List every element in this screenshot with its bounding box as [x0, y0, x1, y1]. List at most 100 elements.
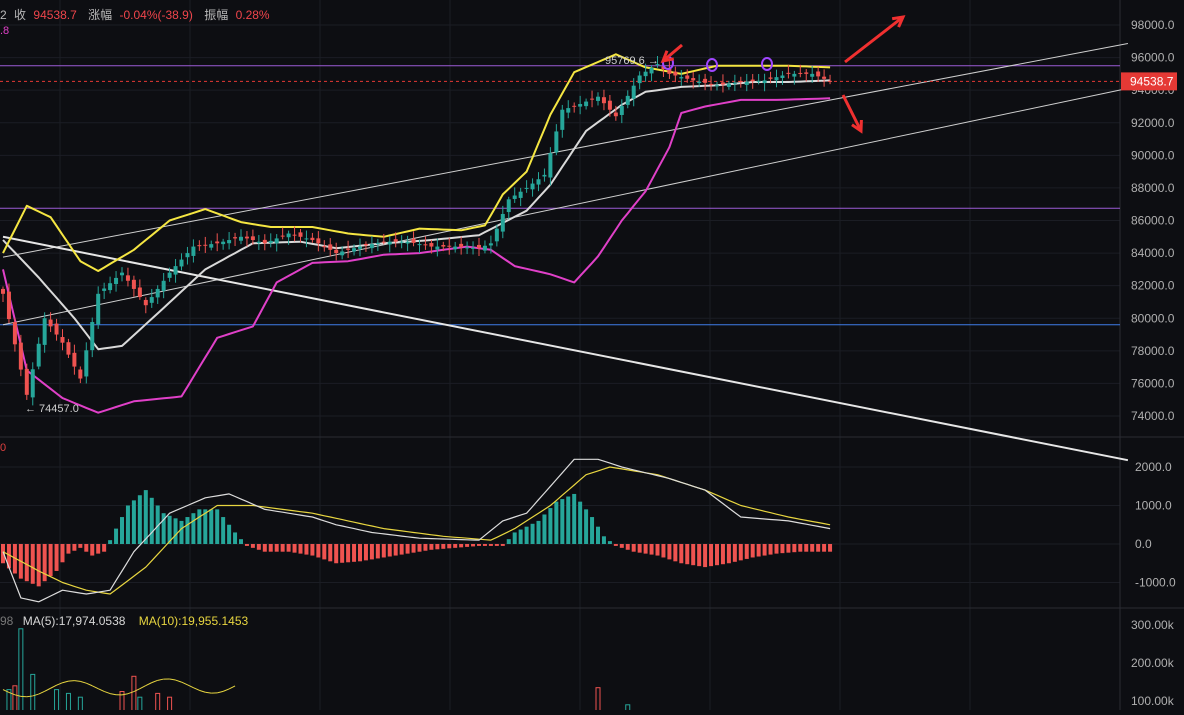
- candle-body: [673, 72, 677, 76]
- macd-histogram-bar: [102, 544, 106, 552]
- volume-bar: [31, 674, 35, 710]
- macd-histogram-bar: [602, 536, 606, 544]
- volume-ma10-line: [45, 688, 51, 691]
- candle-body: [757, 81, 761, 82]
- macd-histogram-bar: [667, 544, 671, 559]
- candle-body: [364, 244, 368, 245]
- candle-body: [531, 184, 535, 190]
- macd-histogram-bar: [352, 544, 356, 562]
- last-price-tag-label: 94538.7: [1130, 74, 1174, 88]
- candle-body: [733, 83, 737, 84]
- candle-body: [620, 106, 624, 115]
- macd-histogram-bar: [447, 544, 451, 548]
- candle-body: [120, 273, 124, 276]
- candle-body: [412, 239, 416, 243]
- volume-ma10-line: [152, 680, 158, 682]
- macd-histogram-bar: [221, 517, 225, 544]
- macd-tick-label: 2000.0: [1135, 460, 1172, 474]
- macd-histogram-bar: [780, 544, 784, 553]
- candle-body: [727, 84, 731, 87]
- volume-ma10-line: [140, 686, 146, 689]
- candle-body: [102, 289, 106, 291]
- macd-histogram-bar: [519, 530, 523, 544]
- candle-body: [459, 244, 463, 247]
- macd-histogram-bar: [804, 544, 808, 552]
- volume-ma10-line: [146, 683, 152, 686]
- macd-histogram-bar: [816, 544, 820, 552]
- macd-histogram-bar: [1, 544, 5, 563]
- candle-body: [43, 318, 47, 345]
- macd-histogram-bar: [328, 544, 332, 561]
- macd-histogram-bar: [638, 544, 642, 553]
- candle-body: [780, 76, 784, 78]
- macd-histogram-bar: [269, 544, 273, 552]
- trend-line: [3, 44, 1128, 258]
- candle-body: [679, 77, 683, 78]
- candle-body: [209, 244, 213, 248]
- candle-body: [334, 250, 338, 253]
- candle-body: [519, 192, 523, 198]
- candle-body: [340, 251, 344, 255]
- candle-body: [769, 78, 773, 79]
- volume-bar: [168, 697, 172, 710]
- candle-body: [13, 322, 17, 344]
- macd-histogram-bar: [620, 544, 624, 548]
- volume-prefix: 98: [0, 614, 13, 628]
- bollinger-upper-band: [3, 54, 830, 271]
- candle-body: [525, 188, 529, 189]
- macd-histogram-bar: [185, 517, 189, 544]
- volume-ma10-line: [74, 681, 80, 682]
- macd-histogram-bar: [37, 544, 41, 586]
- macd-histogram-bar: [174, 518, 178, 544]
- candle-body: [156, 289, 160, 297]
- macd-histogram-bar: [382, 544, 386, 557]
- candle-body: [263, 240, 267, 243]
- candle-body: [406, 242, 410, 244]
- macd-histogram-bar: [495, 544, 499, 546]
- macd-histogram-bar: [209, 509, 213, 544]
- macd-histogram-bar: [590, 517, 594, 544]
- macd-histogram-bar: [572, 494, 576, 544]
- candle-body: [626, 96, 630, 105]
- macd-histogram-bar: [55, 544, 59, 571]
- candle-body: [650, 68, 654, 74]
- macd-histogram-bar: [548, 508, 552, 544]
- volume-ma10-line: [158, 679, 164, 680]
- candle-body: [804, 72, 808, 73]
- macd-histogram-bar: [453, 544, 457, 548]
- price-tick-label: 74000.0: [1131, 409, 1175, 423]
- macd-histogram-bar: [608, 541, 612, 544]
- header-prefix: 2: [0, 8, 7, 22]
- macd-histogram-bar: [560, 499, 564, 544]
- candle-body: [429, 243, 433, 247]
- candle-body: [828, 81, 832, 82]
- macd-histogram-bar: [334, 544, 338, 563]
- macd-histogram-bar: [43, 544, 47, 581]
- macd-histogram-bar: [429, 544, 433, 550]
- macd-histogram-bar: [144, 490, 148, 544]
- candle-body: [49, 320, 53, 327]
- macd-histogram-bar: [542, 514, 546, 544]
- macd-histogram-bar: [49, 544, 53, 576]
- volume-ma5: MA(5):17,974.0538: [23, 614, 126, 628]
- candle-body: [269, 241, 273, 243]
- macd-histogram-bar: [656, 544, 660, 556]
- candle-body: [786, 73, 790, 74]
- candle-body: [221, 242, 225, 244]
- candle-body: [578, 104, 582, 107]
- macd-tick-label: -1000.0: [1135, 576, 1176, 590]
- volume-tick-label: 200.00k: [1131, 656, 1175, 670]
- macd-histogram-bar: [114, 529, 118, 544]
- change-label: 涨幅: [88, 8, 112, 22]
- macd-histogram-bar: [632, 544, 636, 552]
- macd-histogram-bar: [120, 517, 124, 544]
- candle-body: [251, 236, 255, 240]
- macd-histogram-bar: [798, 544, 802, 552]
- candle-body: [792, 74, 796, 77]
- macd-histogram-bar: [180, 521, 184, 544]
- macd-histogram-bar: [322, 544, 326, 559]
- macd-histogram-bar: [370, 544, 374, 559]
- macd-histogram-bar: [150, 498, 154, 544]
- volume-ma10-line: [182, 682, 188, 685]
- candle-body: [126, 275, 130, 280]
